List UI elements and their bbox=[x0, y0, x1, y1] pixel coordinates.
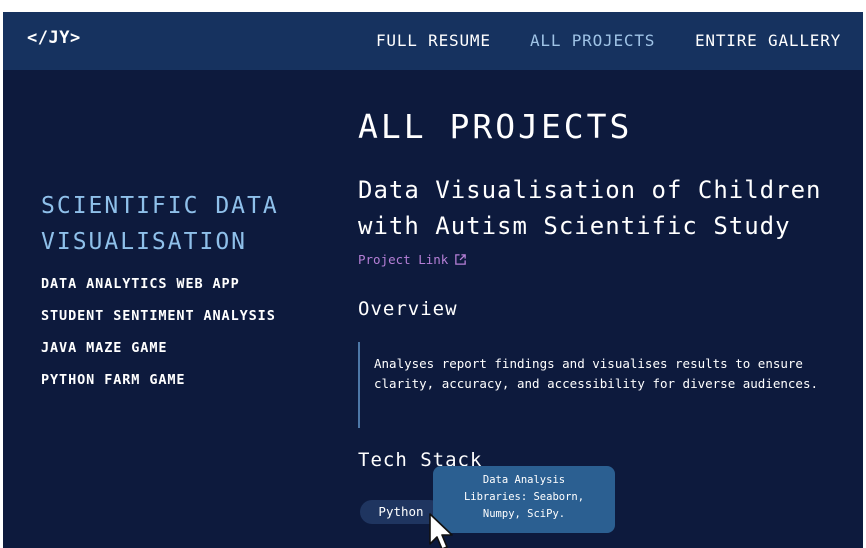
overview-block: Analyses report findings and visualises … bbox=[358, 342, 850, 428]
nav-link-full-resume[interactable]: FULL RESUME bbox=[376, 31, 491, 50]
tech-tooltip: Data Analysis Libraries: Seaborn, Numpy,… bbox=[433, 466, 615, 533]
overview-heading: Overview bbox=[358, 298, 458, 320]
sidebar-item-data-analytics-web-app[interactable]: DATA ANALYTICS WEB APP bbox=[41, 268, 341, 300]
external-link-icon bbox=[455, 254, 467, 265]
sidebar-item-python-farm-game[interactable]: PYTHON FARM GAME bbox=[41, 364, 341, 396]
tooltip-line: Data Analysis bbox=[482, 474, 566, 486]
nav-link-all-projects[interactable]: ALL PROJECTS bbox=[530, 31, 655, 50]
project-sidebar: SCIENTIFIC DATA VISUALISATION DATA ANALY… bbox=[41, 188, 341, 396]
project-title: Data Visualisation of Children with Auti… bbox=[358, 176, 822, 240]
sidebar-item-java-maze-game[interactable]: JAVA MAZE GAME bbox=[41, 332, 341, 364]
sidebar-item-student-sentiment-analysis[interactable]: STUDENT SENTIMENT ANALYSIS bbox=[41, 300, 341, 332]
nav-link-entire-gallery[interactable]: ENTIRE GALLERY bbox=[695, 31, 841, 50]
top-navbar: </JY> FULL RESUME ALL PROJECTS ENTIRE GA… bbox=[3, 12, 863, 70]
overview-text: Analyses report findings and visualises … bbox=[374, 356, 819, 391]
project-link[interactable]: Project Link bbox=[358, 252, 467, 267]
cursor-arrow-icon bbox=[429, 513, 453, 548]
page-title: ALL PROJECTS bbox=[358, 107, 633, 146]
logo[interactable]: </JY> bbox=[27, 28, 81, 48]
app-window: </JY> FULL RESUME ALL PROJECTS ENTIRE GA… bbox=[3, 12, 863, 548]
tooltip-line: Numpy, SciPy. bbox=[482, 508, 566, 520]
sidebar-item-scientific-data-visualisation[interactable]: SCIENTIFIC DATA VISUALISATION bbox=[41, 188, 341, 260]
project-link-label: Project Link bbox=[358, 252, 449, 267]
tooltip-line: Libraries: Seaborn, bbox=[463, 491, 585, 503]
